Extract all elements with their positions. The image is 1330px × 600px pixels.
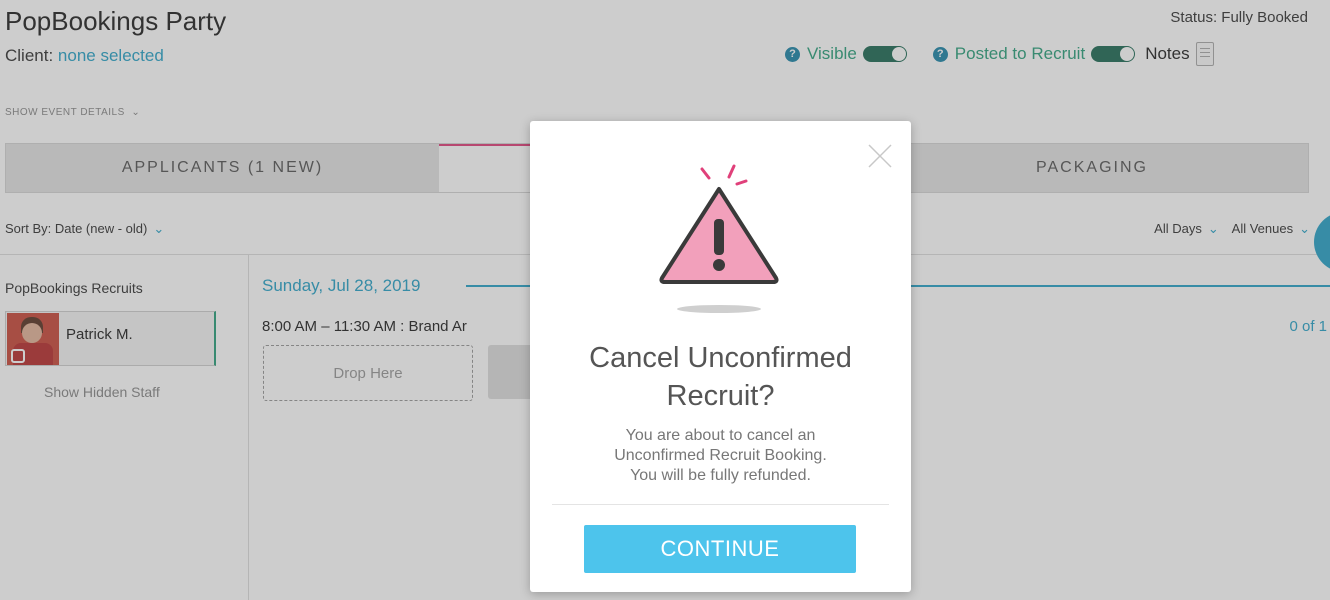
modal-message: You are about to cancel an Unconfirmed R… (614, 427, 827, 484)
close-icon[interactable] (865, 141, 895, 171)
continue-button[interactable]: CONTINUE (584, 525, 856, 573)
modal-title: Cancel Unconfirmed Recruit? (589, 342, 852, 412)
warning-icon (659, 164, 779, 313)
cancel-recruit-modal: Cancel Unconfirmed Recruit? You are abou… (530, 121, 911, 592)
divider (552, 504, 889, 505)
